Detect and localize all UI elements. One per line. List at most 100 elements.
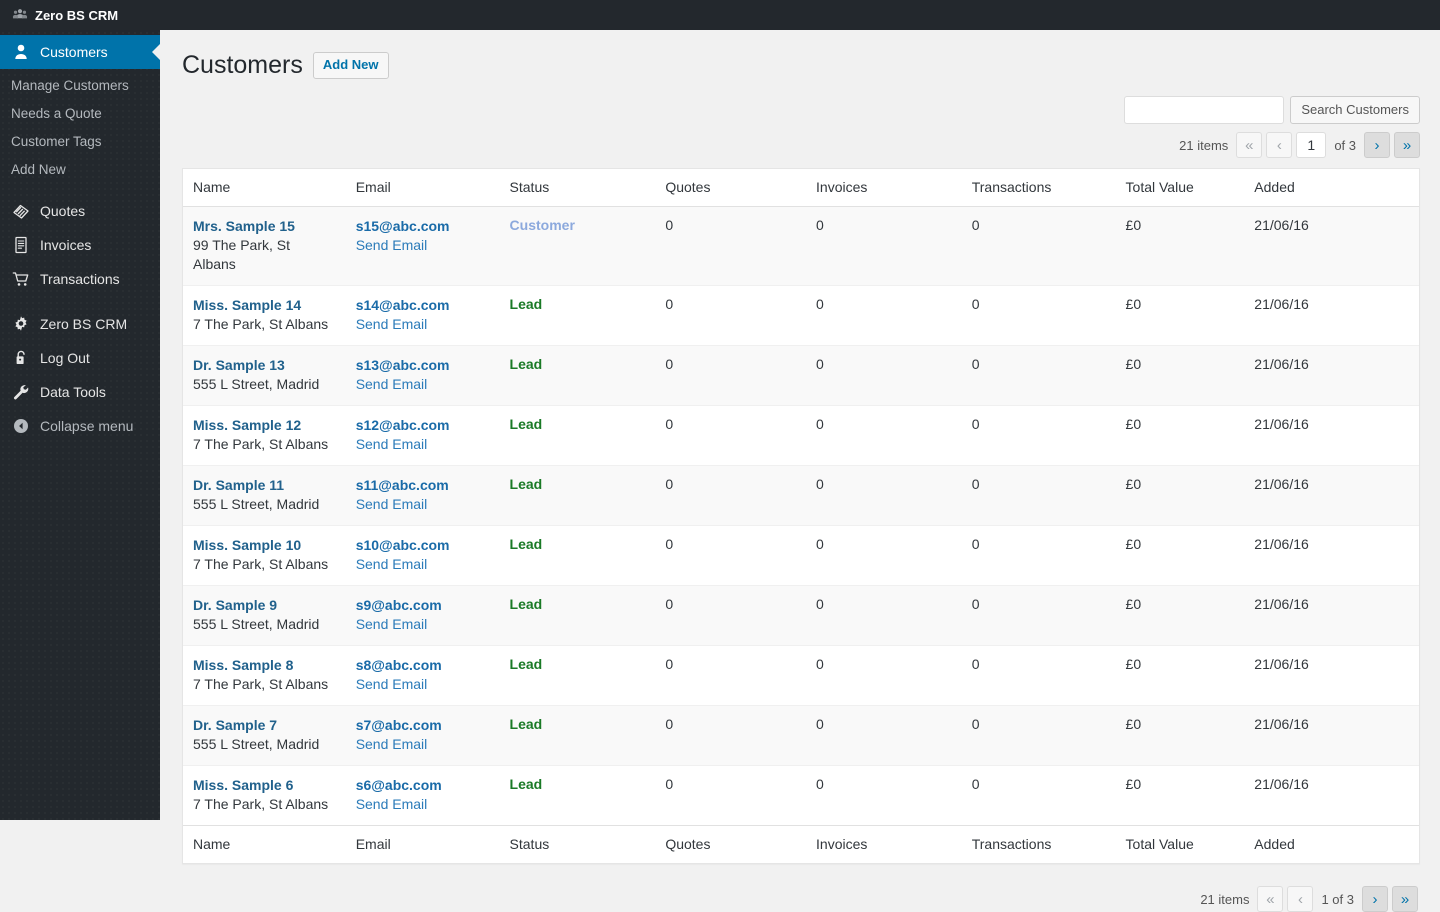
column-header-total-value[interactable]: Total Value <box>1116 169 1245 207</box>
prev-page-button-top[interactable]: ‹ <box>1266 132 1292 158</box>
current-page-input-top[interactable] <box>1296 132 1326 158</box>
sidebar-separator <box>0 296 160 307</box>
column-header-email[interactable]: Email <box>346 169 500 207</box>
send-email-link[interactable]: Send Email <box>356 615 490 634</box>
customer-name-link[interactable]: Miss. Sample 6 <box>193 776 336 795</box>
customer-name-link[interactable]: Dr. Sample 11 <box>193 476 336 495</box>
cell-invoices: 0 <box>806 406 962 466</box>
sidebar-subitem-manage-customers[interactable]: Manage Customers <box>0 72 160 100</box>
customer-name-link[interactable]: Dr. Sample 7 <box>193 716 336 735</box>
column-footer-total-value[interactable]: Total Value <box>1116 825 1245 863</box>
customer-address: 555 L Street, Madrid <box>193 375 336 394</box>
cell-total-value: £0 <box>1116 406 1245 466</box>
first-page-button-top[interactable]: « <box>1236 132 1262 158</box>
customer-name-link[interactable]: Miss. Sample 14 <box>193 296 336 315</box>
column-header-quotes[interactable]: Quotes <box>655 169 806 207</box>
customer-name-link[interactable]: Dr. Sample 13 <box>193 356 336 375</box>
sidebar-item-invoices-label: Invoices <box>40 237 91 253</box>
prev-page-button-bottom[interactable]: ‹ <box>1287 886 1313 912</box>
cell-quotes: 0 <box>655 526 806 586</box>
adminbar-site-label: Zero BS CRM <box>35 8 118 23</box>
column-footer-name[interactable]: Name <box>183 825 346 863</box>
status-badge: Lead <box>510 356 543 372</box>
send-email-link[interactable]: Send Email <box>356 795 490 814</box>
customer-email-link[interactable]: s9@abc.com <box>356 596 490 615</box>
sidebar-item-collapse-menu[interactable]: Collapse menu <box>0 409 160 443</box>
customer-email-link[interactable]: s13@abc.com <box>356 356 490 375</box>
search-input[interactable] <box>1124 96 1284 124</box>
send-email-link[interactable]: Send Email <box>356 435 490 454</box>
cell-quotes: 0 <box>655 406 806 466</box>
search-customers-button[interactable]: Search Customers <box>1290 96 1420 124</box>
gear-icon <box>11 314 31 334</box>
column-header-added[interactable]: Added <box>1244 169 1419 207</box>
customer-email-link[interactable]: s14@abc.com <box>356 296 490 315</box>
send-email-link[interactable]: Send Email <box>356 735 490 754</box>
customer-address: 555 L Street, Madrid <box>193 615 336 634</box>
cell-transactions: 0 <box>962 466 1116 526</box>
search-box: Search Customers <box>1124 96 1420 124</box>
customer-email-link[interactable]: s7@abc.com <box>356 716 490 735</box>
column-header-status[interactable]: Status <box>500 169 656 207</box>
column-footer-added[interactable]: Added <box>1244 825 1419 863</box>
add-new-button[interactable]: Add New <box>313 52 389 79</box>
customer-name-link[interactable]: Miss. Sample 10 <box>193 536 336 555</box>
sidebar-item-log-out[interactable]: Log Out <box>0 341 160 375</box>
next-page-button-top[interactable]: › <box>1364 132 1390 158</box>
table-row: Dr. Sample 11555 L Street, Madrids11@abc… <box>183 466 1419 526</box>
customer-email-link[interactable]: s8@abc.com <box>356 656 490 675</box>
cell-name: Miss. Sample 107 The Park, St Albans <box>183 526 346 586</box>
send-email-link[interactable]: Send Email <box>356 495 490 514</box>
cell-total-value: £0 <box>1116 646 1245 706</box>
cell-status: Lead <box>500 706 656 766</box>
customer-name-link[interactable]: Miss. Sample 12 <box>193 416 336 435</box>
admin-sidebar: Customers Manage Customers Needs a Quote… <box>0 30 160 820</box>
last-page-button-bottom[interactable]: » <box>1392 886 1418 912</box>
sidebar-item-customers[interactable]: Customers <box>0 35 160 69</box>
sidebar-item-quotes[interactable]: Quotes <box>0 194 160 228</box>
sidebar-item-zero-bs-crm[interactable]: Zero BS CRM <box>0 307 160 341</box>
customer-email-link[interactable]: s15@abc.com <box>356 217 490 236</box>
send-email-link[interactable]: Send Email <box>356 675 490 694</box>
sidebar-item-transactions[interactable]: Transactions <box>0 262 160 296</box>
customer-name-link[interactable]: Mrs. Sample 15 <box>193 217 336 236</box>
column-footer-transactions[interactable]: Transactions <box>962 825 1116 863</box>
send-email-link[interactable]: Send Email <box>356 555 490 574</box>
customer-name-link[interactable]: Miss. Sample 8 <box>193 656 336 675</box>
status-badge: Lead <box>510 536 543 552</box>
customer-email-link[interactable]: s12@abc.com <box>356 416 490 435</box>
column-header-transactions[interactable]: Transactions <box>962 169 1116 207</box>
cell-invoices: 0 <box>806 346 962 406</box>
send-email-link[interactable]: Send Email <box>356 236 490 255</box>
customer-email-link[interactable]: s10@abc.com <box>356 536 490 555</box>
customer-email-link[interactable]: s11@abc.com <box>356 476 490 495</box>
customer-name-link[interactable]: Dr. Sample 9 <box>193 596 336 615</box>
customer-address: 7 The Park, St Albans <box>193 435 336 454</box>
cell-email: s11@abc.comSend Email <box>346 466 500 526</box>
column-footer-status[interactable]: Status <box>500 825 656 863</box>
cell-email: s9@abc.comSend Email <box>346 586 500 646</box>
first-page-button-bottom[interactable]: « <box>1257 886 1283 912</box>
column-header-invoices[interactable]: Invoices <box>806 169 962 207</box>
cell-name: Miss. Sample 127 The Park, St Albans <box>183 406 346 466</box>
sidebar-item-data-tools[interactable]: Data Tools <box>0 375 160 409</box>
sidebar-subitem-needs-a-quote[interactable]: Needs a Quote <box>0 100 160 128</box>
send-email-link[interactable]: Send Email <box>356 315 490 334</box>
cell-invoices: 0 <box>806 646 962 706</box>
next-page-button-bottom[interactable]: › <box>1362 886 1388 912</box>
column-header-name[interactable]: Name <box>183 169 346 207</box>
table-row: Miss. Sample 67 The Park, St Albanss6@ab… <box>183 766 1419 825</box>
sidebar-subitem-add-new[interactable]: Add New <box>0 156 160 184</box>
column-header-added-link[interactable]: Added <box>1254 179 1294 195</box>
column-footer-added-link[interactable]: Added <box>1254 836 1294 852</box>
column-footer-email[interactable]: Email <box>346 825 500 863</box>
sidebar-subitem-customer-tags[interactable]: Customer Tags <box>0 128 160 156</box>
cell-total-value: £0 <box>1116 706 1245 766</box>
column-footer-quotes[interactable]: Quotes <box>655 825 806 863</box>
customer-email-link[interactable]: s6@abc.com <box>356 776 490 795</box>
send-email-link[interactable]: Send Email <box>356 375 490 394</box>
column-footer-invoices[interactable]: Invoices <box>806 825 962 863</box>
adminbar-site-name[interactable]: Zero BS CRM <box>0 0 128 30</box>
last-page-button-top[interactable]: » <box>1394 132 1420 158</box>
sidebar-item-invoices[interactable]: Invoices <box>0 228 160 262</box>
